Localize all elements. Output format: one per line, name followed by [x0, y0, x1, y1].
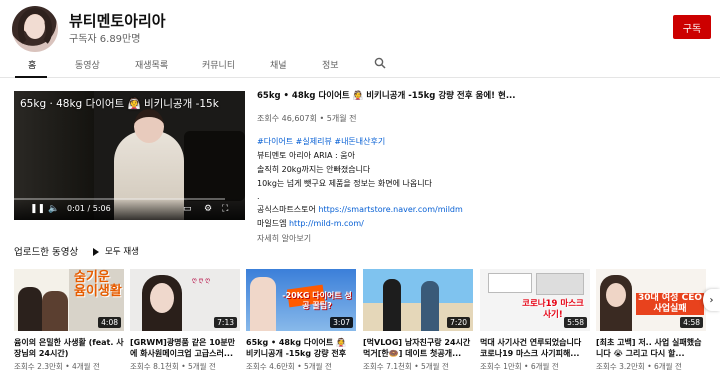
featured-title[interactable]: 65kg • 48kg 다이어트 👰 비키니공개 -15kg 강량 전후 움에!… — [257, 89, 527, 101]
video-thumbnail[interactable]: 30대 여성 CEO 사업실패 4:58 — [596, 269, 706, 331]
video-duration: 3:07 — [330, 317, 353, 328]
desc-line: 10kg는 넘게 뺏구요 제품을 정보는 화면에 나옵니다 — [257, 179, 432, 188]
video-views: 조회수 4.6만회 — [246, 362, 295, 371]
video-thumbnail[interactable]: -20KG 다이어트 성공 꿀팁? 3:07 — [246, 269, 356, 331]
desc-line: . — [257, 192, 260, 201]
video-views: 조회수 7.1천회 — [363, 362, 412, 371]
subtitles-icon[interactable]: ▭ — [183, 204, 192, 214]
chevron-right-icon[interactable]: › — [703, 289, 720, 311]
video-views: 조회수 2.3만회 — [14, 362, 63, 371]
video-title[interactable]: [최초 고백] 저.. 사업 실패했습니다 😭 그리고 다시 할... — [596, 337, 706, 359]
video-card[interactable]: 7:20 [먹VLOG] 남자친구랑 24시간 먹거[한🍩] 데이트 첫공개..… — [363, 269, 473, 372]
video-title[interactable]: 65kg • 48kg 다이어트 👰 비키니공개 -15kg 강량 전후 움..… — [246, 337, 356, 359]
time-readout: 0:01 / 5:06 — [67, 204, 111, 213]
video-title[interactable]: 먹대 사기사건 연루되었습니다 코로나19 마스크 사기피해... — [480, 337, 590, 359]
video-thumbnail[interactable]: 숨기운 윰이생활 4:08 — [14, 269, 124, 331]
featured-meta: 조회수 46,607회 • 5개월 전 — [257, 114, 357, 123]
play-all-button[interactable]: 모두 재생 — [93, 245, 139, 257]
video-card[interactable]: 숨기운 윰이생활 4:08 윰이의 은밀한 사생활 (feat. 사장님의 24… — [14, 269, 124, 372]
active-tab-indicator — [15, 76, 47, 78]
desc-line-site: 마일드엠 http://mild-m.com/ — [257, 218, 527, 229]
featured-age: 5개월 전 — [326, 114, 357, 123]
tab-playlists[interactable]: 재생목록 — [135, 58, 168, 71]
store-label: 공식스마트스토어 — [257, 205, 319, 214]
video-card[interactable]: 30대 여성 CEO 사업실패 4:58 [최초 고백] 저.. 사업 실패했습… — [596, 269, 706, 372]
site-label: 마일드엠 — [257, 219, 289, 228]
video-thumbnail[interactable]: 7:20 — [363, 269, 473, 331]
video-duration: 4:58 — [680, 317, 703, 328]
video-duration: 5:58 — [564, 317, 587, 328]
search-icon[interactable] — [374, 57, 386, 69]
fullscreen-icon[interactable]: ⛶ — [222, 204, 228, 214]
channel-name: 뷰티멘토아리아 — [69, 12, 166, 30]
video-title[interactable]: 윰이의 은밀한 사생활 (feat. 사장님의 24시간) — [14, 337, 124, 359]
desc-line: 솔직히 20kg까지는 안빠졌습니다 — [257, 165, 371, 174]
thumb-caption: -20KG 다이어트 성공 꿀팁? — [282, 291, 352, 310]
video-title[interactable]: [먹VLOG] 남자친구랑 24시간 먹거[한🍩] 데이트 첫공개... — [363, 337, 473, 359]
video-meta: 조회수 7.1천회 • 5개월 전 — [363, 362, 449, 371]
tab-home[interactable]: 홈 — [28, 58, 36, 71]
subscriber-count: 구독자 6.89만명 — [69, 34, 141, 45]
subscribe-button[interactable]: 구독 — [673, 15, 711, 39]
volume-icon[interactable]: 🔈 — [48, 204, 59, 214]
channel-avatar[interactable] — [12, 6, 58, 52]
video-meta: 조회수 1만회 • 6개월 전 — [480, 362, 559, 371]
video-views: 조회수 8.1천회 — [130, 362, 179, 371]
desc-line-store: 공식스마트스토어 https://smartstore.naver.com/mi… — [257, 204, 527, 215]
player-title-overlay: 65kg · 48kg 다이어트 👰 비키니공개 -15k — [20, 98, 219, 110]
featured-views: 조회수 46,607회 — [257, 114, 317, 123]
video-duration: 7:20 — [447, 317, 470, 328]
thumb-caption: 30대 여성 CEO 사업실패 — [636, 293, 704, 315]
tab-community[interactable]: 커뮤니티 — [202, 58, 235, 71]
video-meta: 조회수 3.2만회 • 6개월 전 — [596, 362, 682, 371]
featured-video-player[interactable]: 65kg · 48kg 다이어트 👰 비키니공개 -15k — [14, 91, 245, 220]
video-views: 조회수 1만회 — [480, 362, 522, 371]
video-meta: 조회수 2.3만회 • 4개월 전 — [14, 362, 100, 371]
video-card[interactable]: ღ ღ ღ 7:13 [GRWM]광명품 같은 10분만에 화사원메이크업 고급… — [130, 269, 240, 372]
store-link[interactable]: https://smartstore.naver.com/mildm — [318, 205, 462, 214]
tab-videos[interactable]: 동영상 — [75, 58, 100, 71]
video-title[interactable]: [GRWM]광명품 같은 10분만에 화사원메이크업 고급스러... — [130, 337, 240, 359]
video-age: 5개월 전 — [421, 362, 449, 371]
video-age: 6개월 전 — [654, 362, 682, 371]
video-meta: 조회수 8.1천회 • 5개월 전 — [130, 362, 216, 371]
featured-video-info: 65kg • 48kg 다이어트 👰 비키니공개 -15kg 강량 전후 움에!… — [257, 89, 527, 244]
pause-icon[interactable]: ❚❚ — [30, 204, 45, 214]
channel-header: 뷰티멘토아리아 구독자 6.89만명 구독 — [0, 0, 720, 56]
video-duration: 4:08 — [98, 317, 121, 328]
video-age: 6개월 전 — [530, 362, 559, 371]
video-views: 조회수 3.2만회 — [596, 362, 645, 371]
video-duration: 7:13 — [214, 317, 237, 328]
progress-bar[interactable] — [6, 198, 225, 200]
play-all-label: 모두 재생 — [105, 247, 139, 257]
video-thumbnail[interactable]: ღ ღ ღ 7:13 — [130, 269, 240, 331]
video-age: 5개월 전 — [188, 362, 216, 371]
thumb-caption: 숨기운 윰이생활 — [74, 270, 122, 299]
video-card[interactable]: 코로나19 마스크 사기! 5:58 먹대 사기사건 연루되었습니다 코로나19… — [480, 269, 590, 372]
uploads-heading[interactable]: 업로드한 동영상 — [14, 244, 78, 258]
tab-channels[interactable]: 채널 — [270, 58, 287, 71]
site-link[interactable]: http://mild-m.com/ — [289, 219, 364, 228]
tab-about[interactable]: 정보 — [322, 58, 339, 71]
video-thumbnail[interactable]: 코로나19 마스크 사기! 5:58 — [480, 269, 590, 331]
featured-hashtags[interactable]: #다이어트 #실제리뷰 #내돈내산후기 — [257, 136, 527, 147]
video-age: 4개월 전 — [72, 362, 100, 371]
desc-line: 뷰티멘토 아리아 ARIA : 움아 — [257, 151, 355, 160]
video-card[interactable]: -20KG 다이어트 성공 꿀팁? 3:07 65kg • 48kg 다이어트 … — [246, 269, 356, 372]
read-more-link[interactable]: 자세히 알아보기 — [257, 233, 527, 244]
video-meta: 조회수 4.6만회 • 5개월 전 — [246, 362, 332, 371]
channel-tabs: 홈 동영상 재생목록 커뮤니티 채널 정보 — [0, 52, 720, 78]
play-icon — [93, 247, 99, 256]
video-age: 5개월 전 — [304, 362, 332, 371]
settings-icon[interactable]: ⚙ — [204, 204, 212, 214]
